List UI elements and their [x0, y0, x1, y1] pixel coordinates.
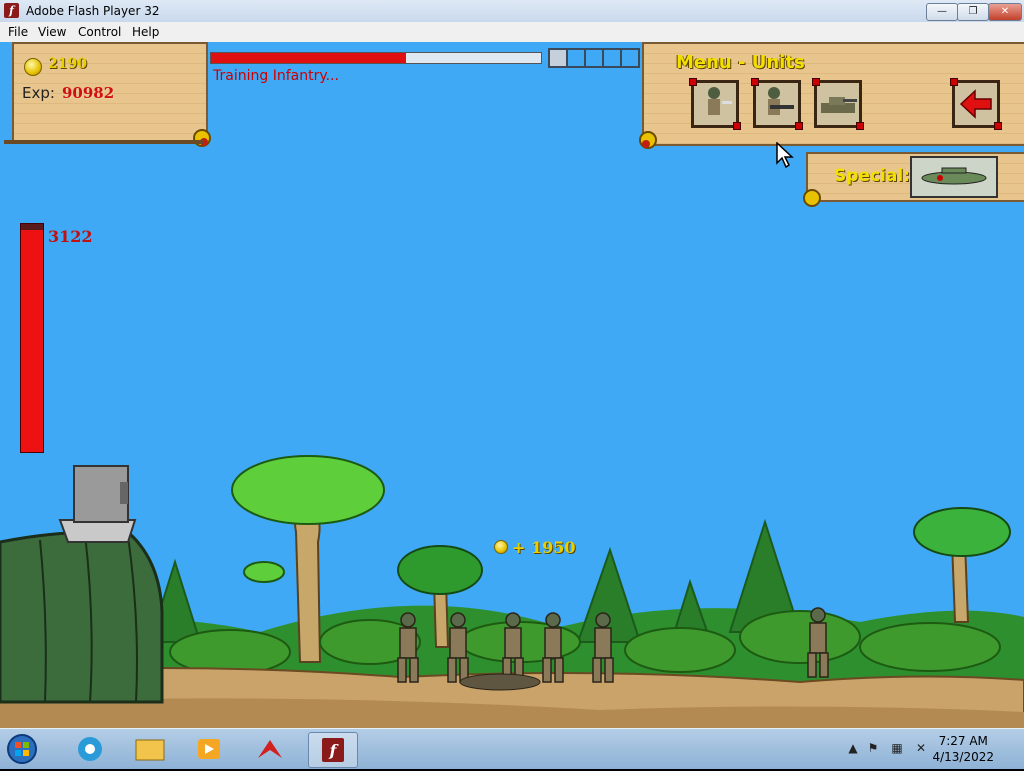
clock-date: 4/13/2022 [932, 750, 994, 764]
gold-amount: 2190 [48, 56, 87, 72]
windows-taskbar: f ▲ ⚑ ▦ ✕ 7:27 AM 4/13/2022 [0, 728, 1024, 769]
unit-button-infantry[interactable] [689, 78, 741, 130]
training-queue-slot [548, 48, 568, 68]
action-center-flag-icon[interactable]: ⚑ [866, 741, 880, 755]
close-button[interactable]: ✕ [988, 3, 1022, 21]
tank-icon [821, 97, 857, 113]
training-queue-slot [620, 48, 640, 68]
units-menu-title: Menu - Units [676, 52, 805, 73]
taskbar-flash-player[interactable]: f [308, 732, 358, 768]
special-airstrike-button[interactable] [910, 156, 998, 198]
special-label: Special: [834, 166, 910, 186]
unit-button-machine-gunner[interactable] [751, 78, 803, 130]
gold-coin-icon [494, 540, 508, 554]
menu-help[interactable]: Help [132, 25, 159, 39]
taskbar-chrome[interactable] [66, 732, 114, 766]
menu-control[interactable]: Control [78, 25, 121, 39]
special-panel: Special: [803, 152, 1024, 207]
flash-player-icon: f [322, 738, 344, 762]
window-title: Adobe Flash Player 32 [26, 4, 160, 18]
resource-panel: 2190 Exp: 90982 [12, 42, 211, 147]
menu-file[interactable]: File [8, 25, 28, 39]
training-queue-slot [566, 48, 586, 68]
start-button[interactable] [4, 732, 44, 766]
window-titlebar: f Adobe Flash Player 32 — ❐ ✕ [0, 0, 1024, 23]
training-queue-slot [602, 48, 622, 68]
gold-ornament-icon [639, 131, 657, 149]
taskbar-explorer[interactable] [126, 732, 174, 766]
exp-label: Exp: [22, 84, 55, 102]
menu-bar: File View Control Help [0, 22, 1024, 43]
taskbar-media-player[interactable] [186, 732, 234, 766]
training-queue-slot [584, 48, 604, 68]
training-progress-bar [210, 52, 542, 64]
menu-view[interactable]: View [38, 25, 66, 39]
taskbar-clock[interactable]: 7:27 AM 4/13/2022 [932, 733, 994, 765]
machine-gunner-icon [768, 87, 794, 115]
flash-player-icon: f [4, 3, 19, 18]
start-orb-icon [7, 734, 37, 764]
chrome-icon [78, 737, 102, 761]
base-health-bar [20, 223, 44, 453]
taskbar-acrobat[interactable] [246, 732, 294, 766]
volume-muted-icon[interactable]: ✕ [914, 741, 928, 755]
infantry-knife-icon [708, 87, 732, 115]
gold-ornament-icon [803, 189, 821, 207]
red-arrow-left-icon [959, 89, 992, 119]
base-health-value: 3122 [48, 227, 93, 246]
training-progress-fill [211, 53, 406, 63]
explorer-folder-icon [135, 739, 165, 761]
maximize-button[interactable]: ❐ [957, 3, 989, 21]
gold-ornament-icon [193, 129, 211, 147]
clock-time: 7:27 AM [938, 734, 988, 748]
mouse-cursor-icon [776, 142, 794, 168]
gold-gain-popup: + 1950 [512, 538, 576, 557]
media-player-icon [198, 739, 220, 759]
network-icon[interactable]: ▦ [890, 741, 904, 755]
minimize-button[interactable]: — [926, 3, 958, 21]
back-button[interactable] [950, 78, 1002, 130]
adobe-acrobat-icon [258, 740, 282, 758]
training-status: Training Infantry... [213, 68, 339, 84]
gold-coin-icon [24, 58, 42, 76]
resource-panel-shelf [4, 140, 204, 144]
show-hidden-icons-button[interactable]: ▲ [846, 741, 860, 755]
exp-value: 90982 [62, 84, 115, 102]
unit-button-tank[interactable] [812, 78, 864, 130]
units-menu-panel: Menu - Units [639, 42, 1024, 149]
airstrike-plane-icon [921, 167, 987, 185]
game-canvas[interactable]: 2190 Exp: 90982 Training Infantry... Men… [0, 42, 1024, 728]
base-health-bar-cap [21, 224, 43, 230]
